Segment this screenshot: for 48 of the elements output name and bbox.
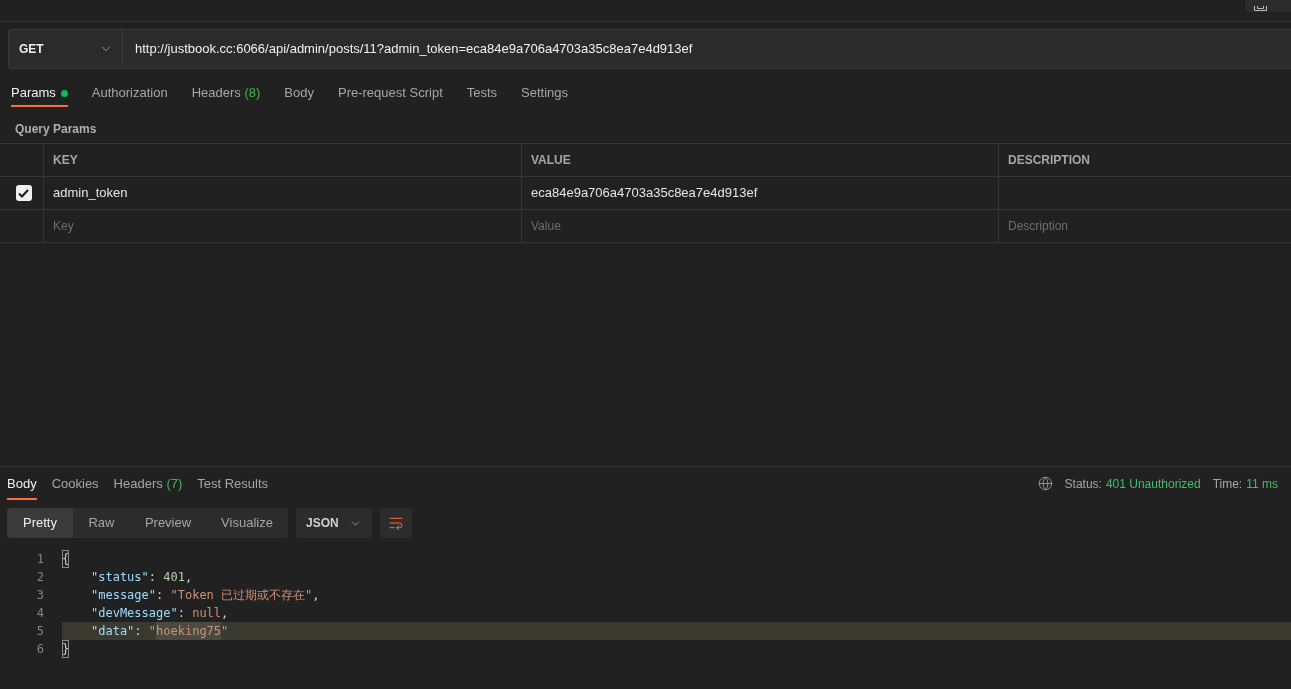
- line-number: 2: [35, 569, 44, 586]
- globe-icon: [1037, 476, 1053, 491]
- line-number: 3: [35, 587, 44, 604]
- param-value: eca84e9a706a4703a35c8ea7e4d913ef: [531, 184, 758, 203]
- view-mode-tab[interactable]: Preview: [130, 508, 206, 538]
- line-number: 5: [35, 623, 44, 640]
- line-number: 4: [35, 605, 44, 622]
- code-line: "devMessage": null,: [91, 605, 229, 622]
- format-select[interactable]: JSON: [296, 508, 372, 538]
- wrap-button[interactable]: [380, 508, 412, 538]
- time-value: 11 ms: [1246, 475, 1278, 493]
- status-label: Status:: [1064, 475, 1102, 493]
- tab[interactable]: Settings: [521, 79, 569, 107]
- view-mode-tab[interactable]: Raw: [73, 508, 130, 538]
- param-key: admin_token: [53, 183, 128, 203]
- code-line: }: [62, 640, 70, 658]
- time-label: Time:: [1212, 475, 1243, 493]
- section-title: Query Params: [15, 122, 97, 136]
- value-input[interactable]: Value: [531, 217, 651, 235]
- column-header: VALUE: [531, 152, 571, 169]
- view-mode-tab[interactable]: Visualize: [206, 508, 288, 538]
- code-line: "status": 401,: [91, 569, 193, 586]
- tray-icon: [1254, 6, 1267, 11]
- description-input[interactable]: Description: [1008, 217, 1148, 235]
- key-input[interactable]: Key: [53, 217, 173, 235]
- line-number: 6: [35, 641, 44, 658]
- tab[interactable]: Pre-request Script: [338, 79, 443, 107]
- toolbar-button[interactable]: [1245, 0, 1291, 12]
- tab[interactable]: Body: [7, 467, 37, 500]
- tab[interactable]: Headers (7): [113, 467, 183, 500]
- tab[interactable]: Headers (8): [191, 79, 261, 107]
- view-mode-tab[interactable]: Pretty: [7, 508, 73, 538]
- tab[interactable]: Params: [11, 79, 68, 107]
- tab[interactable]: Tests: [466, 79, 498, 107]
- code-line: {: [62, 550, 70, 568]
- status-value: 401 Unauthorized: [1105, 475, 1201, 493]
- column-header: DESCRIPTION: [1008, 152, 1090, 169]
- tab[interactable]: Test Results: [197, 467, 269, 500]
- tab[interactable]: Authorization: [91, 79, 168, 107]
- text-wrap-icon: [388, 515, 404, 531]
- tab[interactable]: Body: [284, 79, 314, 107]
- line-number: 1: [35, 551, 44, 568]
- tab[interactable]: Cookies: [51, 467, 99, 500]
- checkbox[interactable]: [15, 185, 32, 201]
- check-icon: [18, 188, 29, 198]
- code-line: "data": "hoeking75": [91, 622, 229, 640]
- code-line: "message": "Token 已过期或不存在",: [91, 587, 320, 604]
- column-header: KEY: [53, 152, 78, 169]
